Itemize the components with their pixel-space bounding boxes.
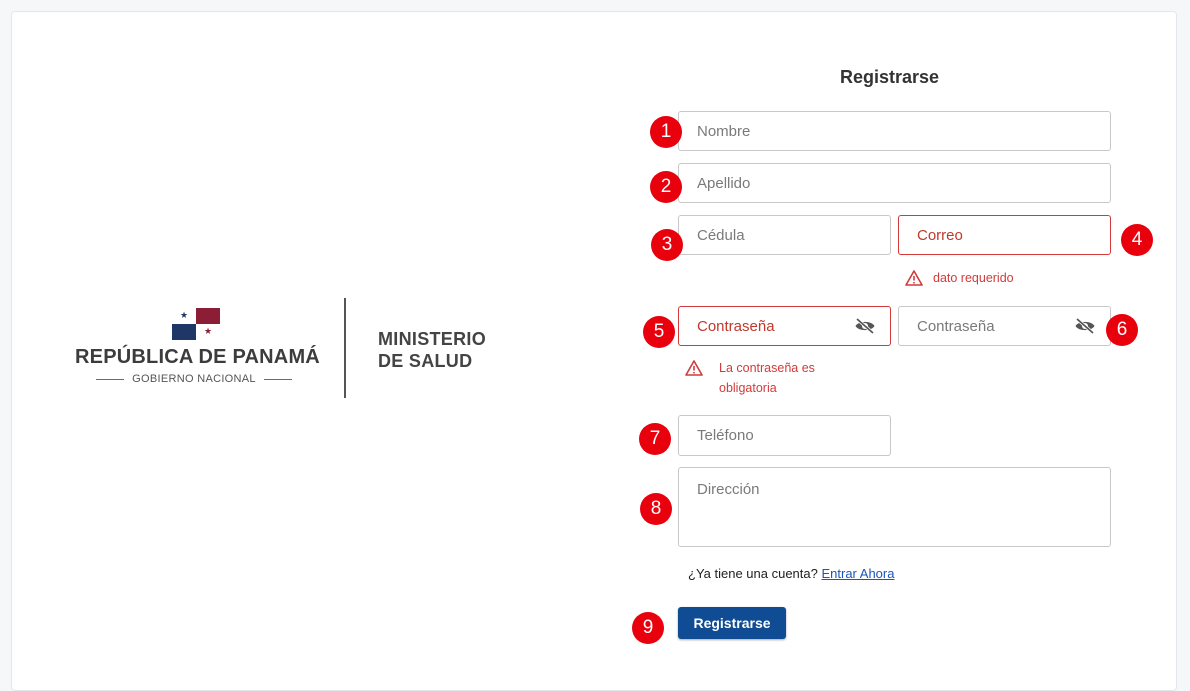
- ministerio-line2: DE SALUD: [378, 351, 473, 371]
- ministerio-line1: MINISTERIO: [378, 329, 487, 349]
- cedula-input[interactable]: Cédula: [678, 215, 891, 255]
- correo-placeholder: Correo: [917, 226, 963, 244]
- register-button[interactable]: Registrarse: [678, 607, 786, 639]
- ministerio-title: MINISTERIO DE SALUD: [378, 328, 486, 372]
- gobierno-nacional-tagline: GOBIERNO NACIONAL: [88, 372, 300, 386]
- form-title: Registrarse: [840, 67, 940, 87]
- gobierno-text: GOBIERNO NACIONAL: [132, 373, 256, 385]
- panama-flag-logo: ★ ★: [172, 308, 220, 340]
- badge-2: 2: [650, 171, 682, 203]
- telefono-placeholder: Teléfono: [697, 427, 754, 444]
- nombre-placeholder: Nombre: [697, 122, 751, 140]
- badge-1: 1: [650, 116, 682, 148]
- password-confirm-placeholder: Contraseña: [917, 317, 995, 335]
- logo-divider: [344, 298, 346, 398]
- nombre-input[interactable]: Nombre: [678, 111, 1111, 151]
- badge-8: 8: [640, 493, 672, 525]
- telefono-input[interactable]: Teléfono: [678, 415, 891, 456]
- badge-6: 6: [1106, 314, 1138, 346]
- password-error-line1: La contraseña es: [719, 361, 815, 375]
- account-question: ¿Ya tiene una cuenta?: [688, 566, 818, 581]
- password-placeholder: Contraseña: [697, 317, 775, 335]
- cedula-placeholder: Cédula: [697, 226, 745, 244]
- badge-3: 3: [651, 229, 683, 261]
- apellido-input[interactable]: Apellido: [678, 163, 1111, 203]
- badge-4: 4: [1121, 224, 1153, 256]
- account-prompt: ¿Ya tiene una cuenta? Entrar Ahora: [688, 566, 894, 581]
- eye-off-icon[interactable]: [854, 318, 876, 334]
- direccion-placeholder: Dirección: [697, 481, 760, 498]
- login-link[interactable]: Entrar Ahora: [821, 566, 894, 581]
- badge-7: 7: [639, 423, 671, 455]
- password-error: La contraseña es obligatoria: [685, 358, 815, 398]
- correo-error-text: dato requerido: [933, 271, 1014, 285]
- badge-5: 5: [643, 316, 675, 348]
- direccion-textarea[interactable]: Dirección: [678, 467, 1111, 547]
- password-error-line2: obligatoria: [719, 381, 777, 395]
- correo-input[interactable]: Correo: [898, 215, 1111, 255]
- apellido-placeholder: Apellido: [697, 174, 751, 192]
- correo-error: dato requerido: [905, 268, 1014, 288]
- password-confirm-input[interactable]: Contraseña: [898, 306, 1111, 346]
- badge-9: 9: [632, 612, 664, 644]
- warning-icon: [905, 270, 923, 286]
- warning-icon: [685, 360, 703, 376]
- eye-off-icon[interactable]: [1074, 318, 1096, 334]
- password-input[interactable]: Contraseña: [678, 306, 891, 346]
- republica-title: REPÚBLICA DE PANAMÁ: [75, 346, 320, 368]
